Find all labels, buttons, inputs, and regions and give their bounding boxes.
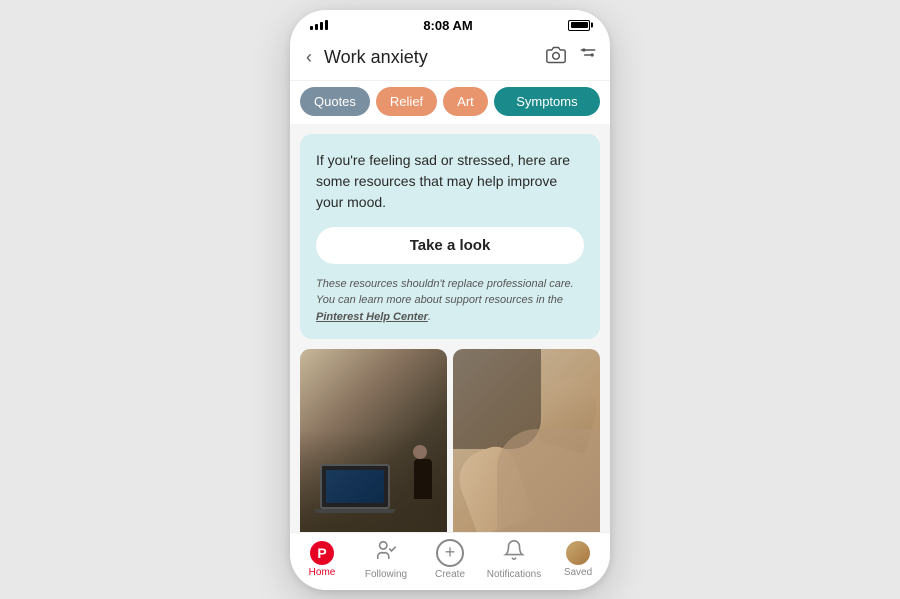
laptop: [320, 464, 390, 509]
nav-following-label: Following: [365, 569, 407, 580]
search-header: ‹ Work anxiety: [290, 37, 610, 81]
search-title: Work anxiety: [324, 47, 534, 68]
disclaimer-link[interactable]: Pinterest Help Center: [316, 311, 428, 323]
battery-indicator: [568, 20, 590, 31]
nav-home[interactable]: P Home: [290, 541, 354, 578]
main-content: If you're feeling sad or stressed, here …: [290, 124, 610, 532]
signal-indicator: [310, 20, 328, 30]
camera-icon[interactable]: [542, 43, 570, 72]
home-icon: P: [310, 541, 334, 565]
tab-quotes[interactable]: Quotes: [300, 87, 370, 116]
hand-2: [537, 374, 600, 455]
person-body: [414, 459, 432, 499]
battery-fill: [571, 22, 588, 28]
laptop-base: [315, 509, 395, 513]
back-button[interactable]: ‹: [302, 45, 316, 70]
status-time: 8:08 AM: [423, 18, 472, 33]
nav-saved-label: Saved: [564, 567, 592, 578]
filter-icon[interactable]: [578, 45, 598, 70]
following-icon: [375, 539, 397, 567]
image-grid: [300, 349, 600, 532]
laptop-screen: [320, 464, 390, 509]
create-icon: +: [436, 539, 464, 567]
tab-relief[interactable]: Relief: [376, 87, 437, 116]
resource-card: If you're feeling sad or stressed, here …: [300, 134, 600, 340]
person-head: [413, 445, 427, 459]
disclaimer-end: .: [428, 311, 431, 323]
signal-bar-1: [310, 26, 313, 30]
status-bar: 8:08 AM: [290, 10, 610, 37]
nav-following[interactable]: Following: [354, 539, 418, 580]
hand-1: [453, 441, 535, 531]
signal-bar-3: [320, 22, 323, 30]
nav-create[interactable]: + Create: [418, 539, 482, 580]
signal-bar-4: [325, 20, 328, 30]
nav-notifications-label: Notifications: [487, 569, 541, 580]
avatar-icon: [566, 541, 590, 565]
phone-frame: 8:08 AM ‹ Work anxiety Quotes: [290, 10, 610, 590]
notifications-icon: [503, 539, 525, 567]
disclaimer-text: These resources shouldn't replace profes…: [316, 276, 584, 326]
nav-create-label: Create: [435, 569, 465, 580]
take-look-button[interactable]: Take a look: [316, 227, 584, 264]
tab-art[interactable]: Art: [443, 87, 488, 116]
office-image-card[interactable]: [300, 349, 447, 532]
bottom-nav: P Home Following + Create: [290, 532, 610, 590]
hands-image: [453, 349, 600, 532]
hands-image-card[interactable]: [453, 349, 600, 532]
tab-symptoms[interactable]: Symptoms: [494, 87, 600, 116]
office-image: [300, 349, 447, 532]
nav-home-label: Home: [309, 567, 336, 578]
category-tabs: Quotes Relief Art Symptoms: [290, 81, 610, 124]
disclaimer-body: These resources shouldn't replace profes…: [316, 278, 574, 307]
nav-notifications[interactable]: Notifications: [482, 539, 546, 580]
resource-text: If you're feeling sad or stressed, here …: [316, 150, 584, 213]
signal-bar-2: [315, 24, 318, 30]
nav-saved[interactable]: Saved: [546, 541, 610, 578]
battery-icon: [568, 20, 590, 31]
